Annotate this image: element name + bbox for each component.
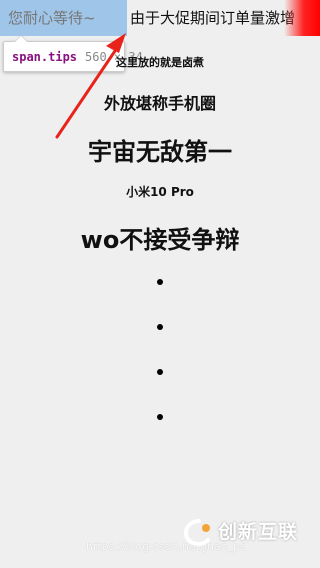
text-line-4: 小米10 Pro: [126, 185, 194, 199]
text-line-5: wo不接受争辩: [80, 226, 240, 254]
marquee-banner: 您耐心等待~ 由于大促期间订单量激增: [0, 0, 320, 36]
list-item: [157, 279, 163, 285]
text-line-3: 宇宙无敌第一: [88, 138, 232, 166]
text-line-2: 外放堪称手机圈: [103, 94, 216, 113]
brand-logo: 创新互联: [184, 516, 316, 548]
list-item: [157, 324, 163, 330]
logo-mark-icon: [184, 519, 210, 546]
marquee-text-segment-1: 您耐心等待~: [8, 9, 96, 27]
logo-text: 创新互联: [218, 521, 299, 543]
banner-red-fade: [284, 0, 320, 36]
list-item: [157, 414, 163, 420]
text-line-1: 这里放的就是卤煮: [116, 56, 204, 69]
list-item: [157, 369, 163, 375]
marquee-text-segment-2: 由于大促期间订单量激增: [130, 9, 296, 27]
